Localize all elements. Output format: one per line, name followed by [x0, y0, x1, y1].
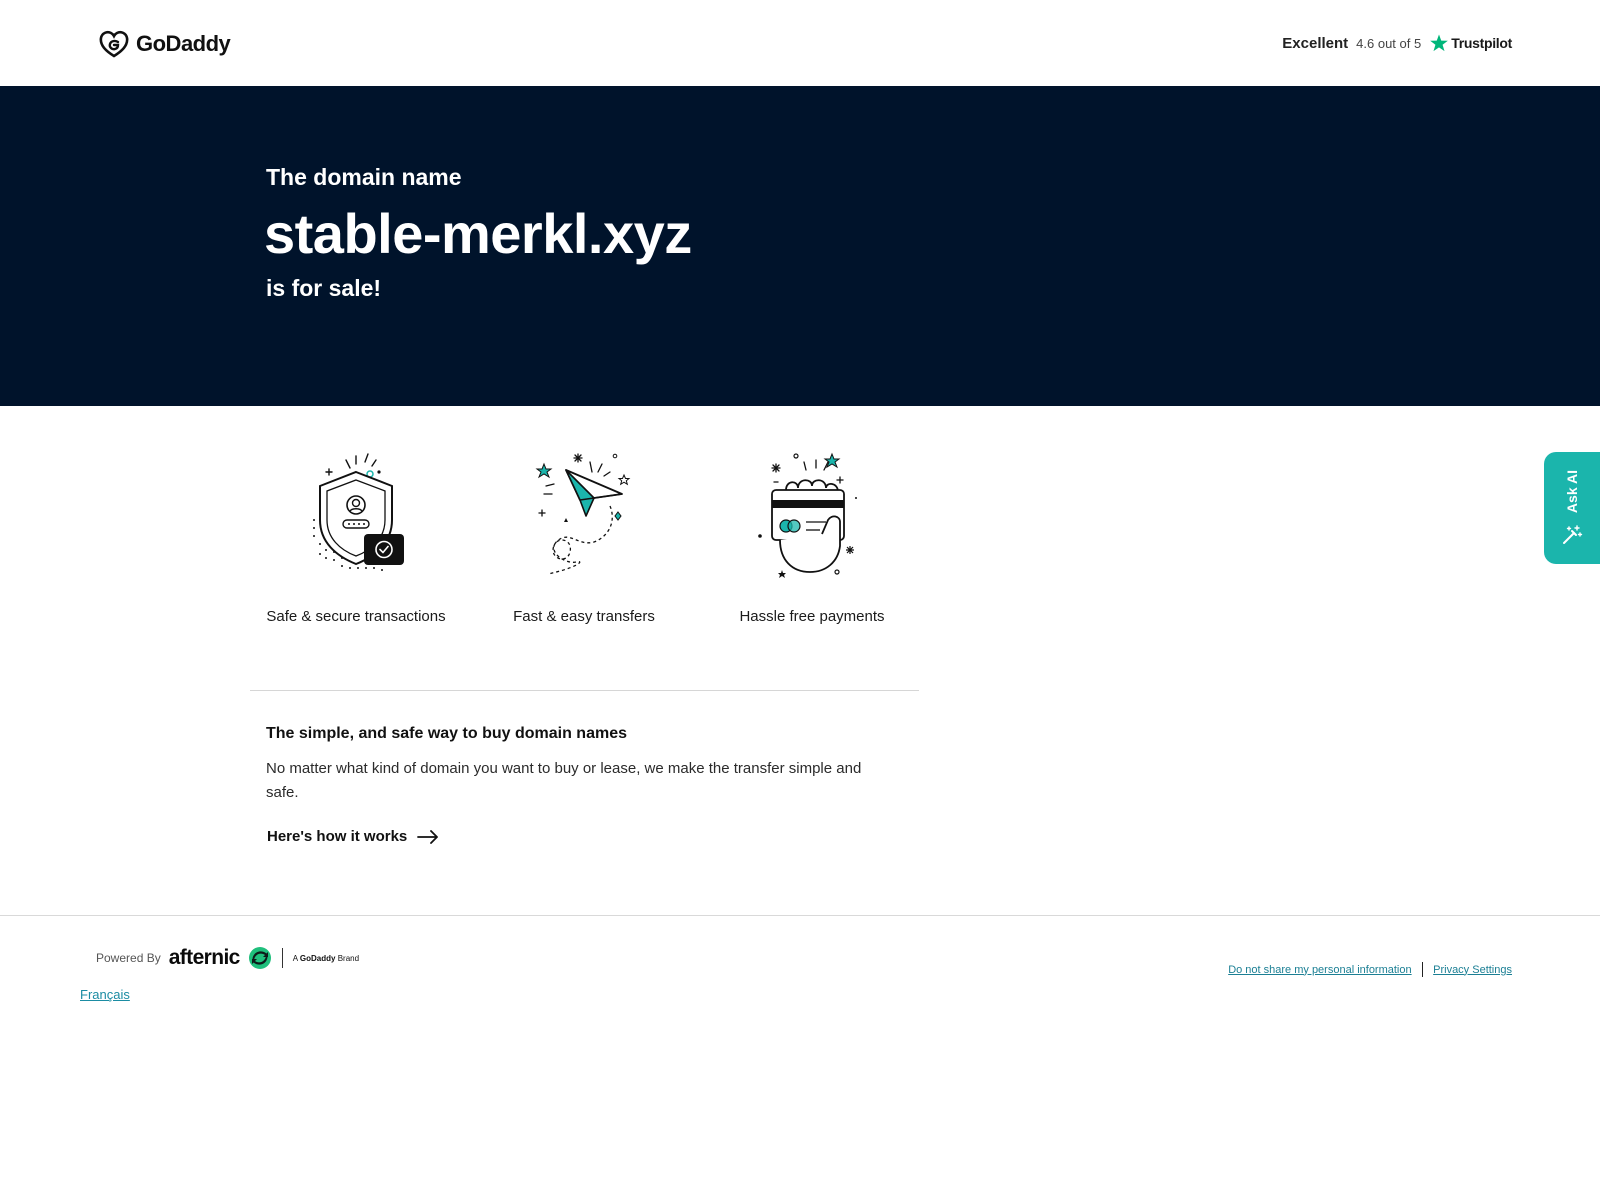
afternic-wordmark: afternic — [168, 946, 241, 969]
info-title: The simple, and safe way to buy domain n… — [266, 725, 627, 742]
trustpilot-star-icon — [1430, 34, 1449, 52]
page: GoDaddy Excellent 4.6 out of 5 Trustpilo… — [0, 0, 1600, 1200]
godaddy-brand-tag: A GoDaddy Brand — [293, 954, 359, 963]
feature-label: Safe & secure transactions — [266, 608, 446, 625]
afternic-logo-icon — [248, 947, 271, 969]
arrow-right-icon — [417, 829, 439, 844]
feature-label: Hassle free payments — [739, 608, 885, 625]
trustpilot-widget[interactable]: Excellent 4.6 out of 5 Trustpilot — [1282, 29, 1512, 57]
how-it-works-label: Here's how it works — [267, 828, 408, 845]
credit-card-hand-icon — [758, 452, 857, 578]
feature-transfers: Fast & easy transfers — [469, 450, 699, 625]
godaddy-heart-icon — [99, 30, 129, 58]
footer-link-separator — [1421, 962, 1424, 977]
godaddy-logo[interactable]: GoDaddy — [98, 27, 231, 61]
hero-pre-text: The domain name — [266, 164, 462, 190]
footer-links: Do not share my personal information Pri… — [1228, 962, 1512, 977]
brand-separator — [281, 948, 283, 968]
footer-divider — [0, 915, 1600, 916]
brand-tag-prefix: A — [292, 953, 298, 963]
how-it-works-link[interactable]: Here's how it works — [267, 828, 439, 845]
powered-by-afternic: Powered By afternic A GoDaddy Brand — [96, 946, 359, 970]
feature-label: Fast & easy transfers — [513, 608, 655, 625]
privacy-settings-link[interactable]: Privacy Settings — [1433, 964, 1512, 976]
language-link[interactable]: Français — [80, 987, 130, 1002]
section-divider — [250, 690, 919, 691]
trustpilot-brand: Trustpilot — [1429, 33, 1512, 53]
brand-tag-suffix: Brand — [337, 953, 360, 963]
feature-secure: Safe & secure transactions — [241, 450, 471, 625]
info-body: No matter what kind of domain you want t… — [266, 760, 862, 801]
trustpilot-rating-word: Excellent — [1282, 34, 1349, 52]
magic-wand-icon — [1563, 524, 1583, 544]
trustpilot-brand-label: Trustpilot — [1451, 35, 1512, 51]
logo-wordmark: GoDaddy — [136, 31, 231, 56]
brand-tag-name: GoDaddy — [299, 953, 336, 963]
ask-ai-label: Ask AI — [1564, 470, 1580, 514]
do-not-share-link[interactable]: Do not share my personal information — [1228, 964, 1411, 976]
hero-banner: The domain name stable-merkl.xyz is for … — [0, 86, 1600, 406]
trustpilot-rating-text: 4.6 out of 5 — [1356, 35, 1422, 51]
hero-post-text: is for sale! — [266, 275, 382, 301]
paper-plane-icon — [535, 453, 631, 575]
shield-icon — [313, 453, 404, 571]
powered-by-label: Powered By — [96, 951, 161, 965]
hero-domain-name: stable-merkl.xyz — [264, 202, 692, 265]
ask-ai-button[interactable]: Ask AI — [1544, 452, 1600, 564]
site-header: GoDaddy Excellent 4.6 out of 5 Trustpilo… — [0, 0, 1600, 86]
feature-payments: Hassle free payments — [697, 450, 927, 625]
